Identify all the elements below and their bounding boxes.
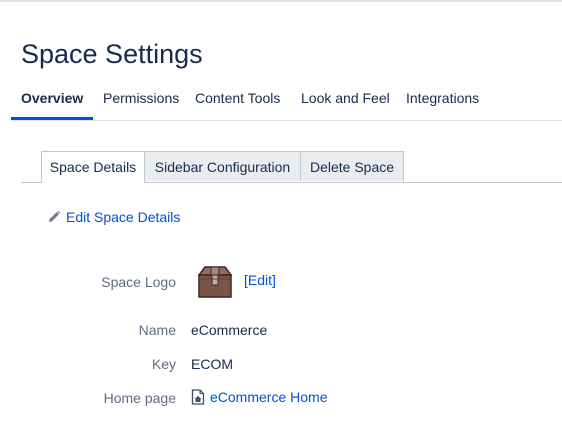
space-logo-label: Space Logo <box>101 274 176 290</box>
name-label: Name <box>138 322 176 338</box>
tab-content-tools[interactable]: Content Tools <box>195 84 280 117</box>
home-page-icon <box>191 389 205 405</box>
key-label: Key <box>151 356 176 372</box>
box-icon <box>196 265 234 299</box>
pencil-icon <box>49 210 61 222</box>
main-tab-bar: Overview Permissions Content Tools Look … <box>11 84 562 121</box>
name-value: eCommerce <box>191 322 268 338</box>
tab-overview[interactable]: Overview <box>11 84 94 120</box>
subtab-sidebar-configuration[interactable]: Sidebar Configuration <box>144 151 301 181</box>
home-page-link[interactable]: eCommerce Home <box>191 389 327 405</box>
edit-space-details-link[interactable]: Edit Space Details <box>47 208 180 226</box>
tab-integrations[interactable]: Integrations <box>406 84 479 117</box>
logo-edit-link[interactable]: [Edit] <box>244 272 276 288</box>
subtab-delete-space[interactable]: Delete Space <box>300 151 404 181</box>
page-title: Space Settings <box>21 39 203 69</box>
sub-tab-bar: Space Details Sidebar Configuration Dele… <box>21 151 562 183</box>
tab-look-and-feel[interactable]: Look and Feel <box>301 84 390 117</box>
subtab-space-details[interactable]: Space Details <box>41 151 145 183</box>
home-page-label: Home page <box>103 390 176 406</box>
tab-permissions[interactable]: Permissions <box>103 84 179 117</box>
home-page-value: eCommerce Home <box>210 389 328 405</box>
edit-space-details-label: Edit Space Details <box>66 209 181 225</box>
key-value: ECOM <box>191 356 233 372</box>
top-divider <box>0 0 562 2</box>
